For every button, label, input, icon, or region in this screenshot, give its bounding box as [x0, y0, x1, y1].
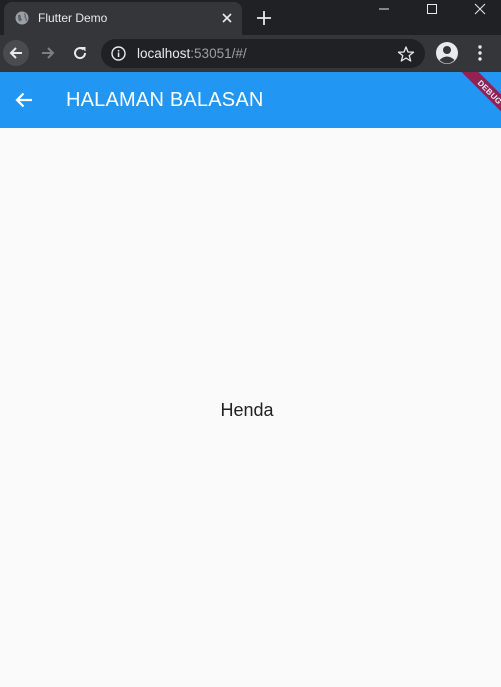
maximize-button[interactable] [412, 0, 452, 18]
arrow-left-icon [9, 47, 22, 59]
minimize-icon [379, 8, 389, 10]
debug-banner: DEBUG [454, 72, 501, 128]
arrow-right-icon [42, 47, 55, 59]
appbar-back-button[interactable] [8, 84, 40, 116]
url-text[interactable]: localhost:53051/#/ [137, 46, 247, 61]
minimize-button[interactable] [364, 0, 404, 18]
close-window-icon [474, 3, 486, 15]
reload-button[interactable] [67, 40, 93, 66]
maximize-icon [427, 4, 437, 14]
more-vert-icon [478, 45, 482, 61]
page-body: Henda [0, 128, 501, 687]
arrow-back-icon [15, 92, 32, 108]
globe-icon [15, 11, 29, 25]
body-text: Henda [220, 400, 274, 420]
close-icon[interactable] [220, 11, 234, 25]
address-bar[interactable]: localhost:53051/#/ [101, 39, 425, 68]
forward-button[interactable] [35, 40, 61, 66]
browser-toolbar: localhost:53051/#/ [0, 35, 501, 72]
menu-button[interactable] [470, 42, 490, 64]
debug-banner-label: DEBUG [476, 78, 501, 106]
plus-icon[interactable] [254, 8, 274, 28]
url-path: :53051/#/ [190, 46, 247, 61]
app-bar: HALAMAN BALASAN DEBUG [0, 72, 501, 128]
url-host: localhost [137, 46, 191, 61]
info-icon[interactable] [111, 46, 126, 61]
browser-tabstrip: Flutter Demo [0, 0, 501, 35]
tab-title: Flutter Demo [38, 11, 108, 25]
browser-tab[interactable]: Flutter Demo [4, 2, 242, 35]
back-button[interactable] [3, 40, 29, 66]
account-icon[interactable] [435, 41, 459, 65]
close-window-button[interactable] [460, 0, 500, 18]
page-title: HALAMAN BALASAN [66, 89, 264, 111]
reload-icon [74, 47, 87, 60]
star-icon[interactable] [397, 45, 415, 63]
